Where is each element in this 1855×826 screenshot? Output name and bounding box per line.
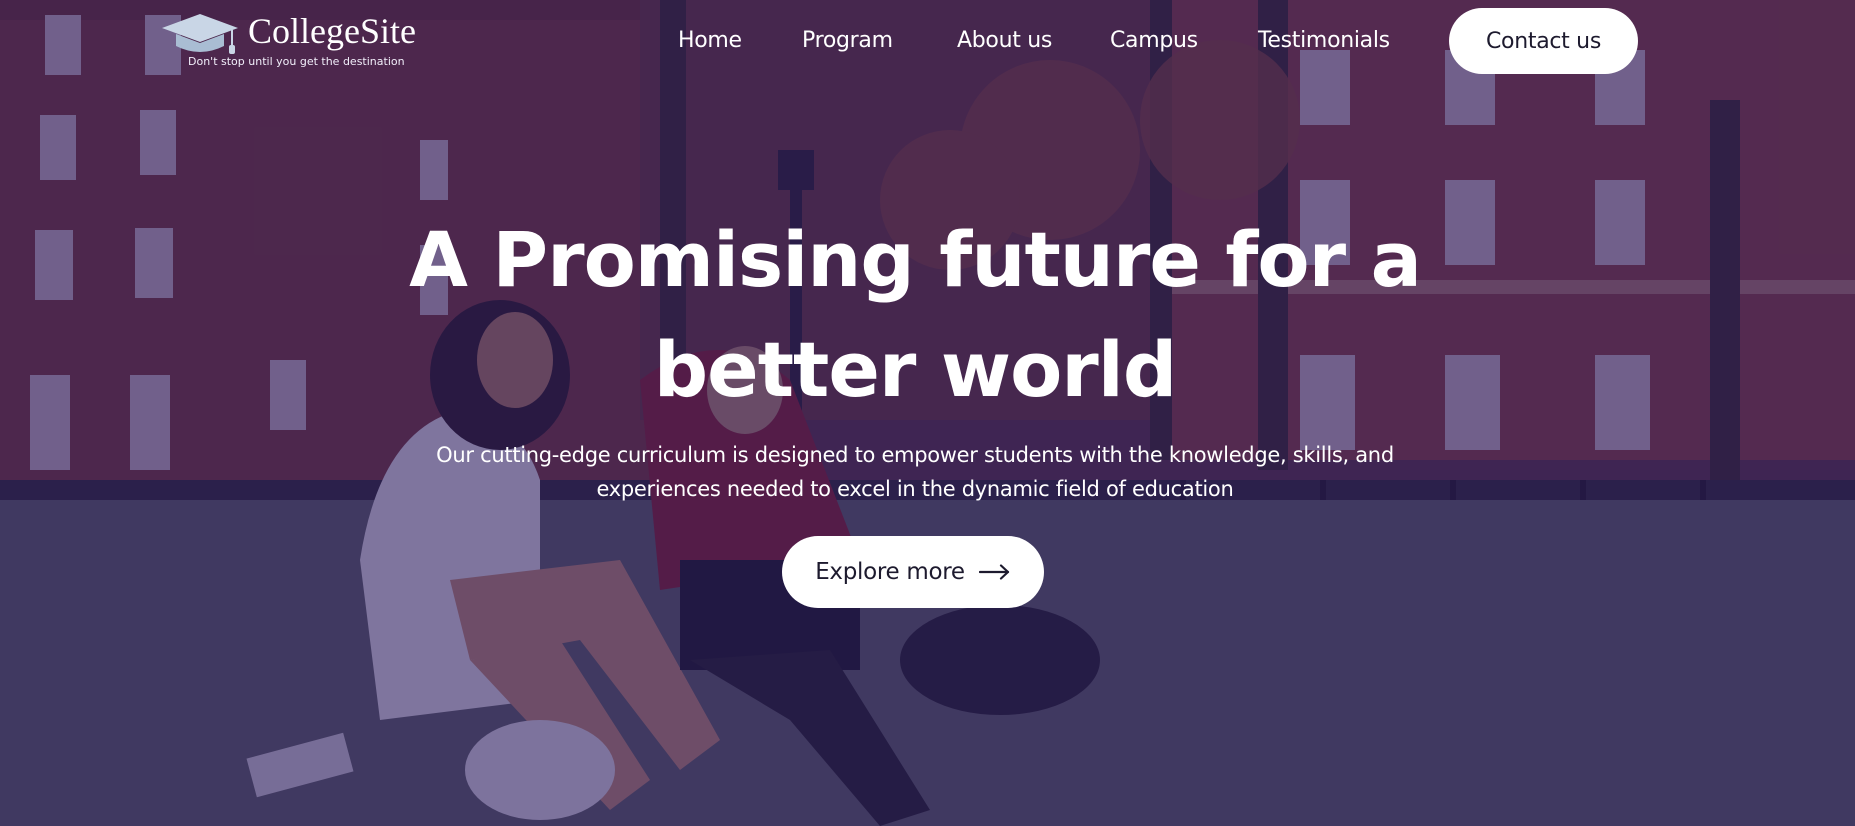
nav-about-us[interactable]: About us [957,28,1052,53]
explore-more-button[interactable]: Explore more [782,536,1044,608]
brand-logo[interactable]: CollegeSite Don't stop until you get the… [160,8,450,68]
hero-headline-line2: better world [653,325,1177,414]
contact-us-button[interactable]: Contact us [1449,8,1638,74]
arrow-right-icon [978,564,1009,580]
nav-campus[interactable]: Campus [1110,28,1198,53]
nav-program[interactable]: Program [802,28,893,53]
graduation-cap-icon [162,14,238,54]
brand-tagline: Don't stop until you get the destination [188,55,405,68]
hero-description: Our cutting-edge curriculum is designed … [436,443,1394,501]
brand-name: CollegeSite [248,11,416,51]
nav-testimonials[interactable]: Testimonials [1258,28,1390,53]
hero-headline: A Promising future for a better world [300,205,1530,425]
hero-headline-line1: A Promising future for a [409,215,1422,304]
explore-more-label: Explore more [815,559,965,585]
hero-section: CollegeSite Don't stop until you get the… [0,0,1855,826]
nav-home[interactable]: Home [678,28,742,53]
